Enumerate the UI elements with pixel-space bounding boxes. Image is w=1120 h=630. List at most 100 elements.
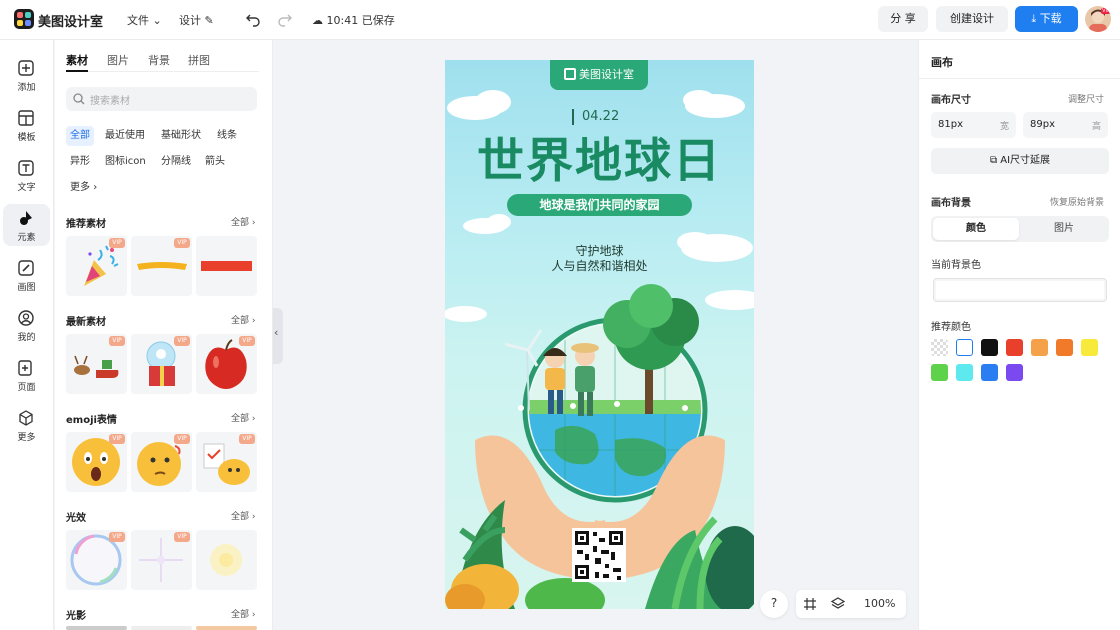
swatch-purple[interactable] [1006, 364, 1023, 381]
chip-all[interactable]: 全部 [66, 126, 94, 146]
asset-emoji-checklist[interactable]: VIP [196, 432, 257, 492]
asset-snow-globe-gift[interactable]: VIP [131, 334, 192, 394]
swatch-light-orange[interactable] [1031, 339, 1048, 356]
grid-icon[interactable] [803, 597, 817, 611]
section-all-link[interactable]: 全部 › [231, 411, 256, 424]
avatar[interactable]: VIP [1085, 6, 1111, 32]
swatch-yellow[interactable] [1081, 339, 1098, 356]
vip-badge: VIP [109, 434, 125, 444]
swatch-blue[interactable] [981, 364, 998, 381]
seg-image[interactable]: 图片 [1021, 218, 1107, 240]
chip-basic-shapes[interactable]: 基础形状 [157, 126, 205, 146]
section-all-label: 全部 [231, 218, 250, 228]
chip-recent[interactable]: 最近使用 [101, 126, 149, 146]
swatch-transparent[interactable] [931, 339, 948, 356]
rail-item-page[interactable]: 页面 [3, 354, 50, 396]
rail-item-draw[interactable]: 画图 [3, 254, 50, 296]
tab-images[interactable]: 图片 [107, 52, 129, 68]
asset-red-bar[interactable] [196, 236, 257, 296]
asset-partial[interactable] [66, 626, 127, 630]
resize-link[interactable]: 调整尺寸 [1068, 92, 1104, 105]
app-logo-icon[interactable] [14, 9, 34, 29]
swatch-white[interactable] [956, 339, 973, 356]
swatch-black[interactable] [981, 339, 998, 356]
rail-label: 更多 [17, 433, 36, 443]
rail-item-template[interactable]: 模板 [3, 104, 50, 146]
download-button[interactable]: ⤓ 下载 [1015, 6, 1078, 32]
chip-dividers[interactable]: 分隔线 [157, 152, 195, 172]
section-all-link[interactable]: 全部 › [231, 215, 256, 228]
chip-more[interactable]: 更多 › [66, 178, 101, 198]
chip-arrows[interactable]: 箭头 [201, 152, 229, 172]
poster-date[interactable]: 04.22 [582, 109, 619, 124]
asset-partial[interactable] [196, 626, 257, 630]
rail-item-mine[interactable]: 我的 [3, 304, 50, 346]
chevron-right-icon: › [251, 512, 256, 522]
zoom-level[interactable]: 100% [864, 597, 895, 610]
layers-icon[interactable] [831, 597, 845, 611]
asset-reindeer-sleigh[interactable]: VIP [66, 334, 127, 394]
poster-title[interactable]: 世界地球日 [445, 134, 754, 190]
swatch-orange[interactable] [1056, 339, 1073, 356]
design-menu[interactable]: 设计 ✎ [179, 12, 214, 28]
share-button[interactable]: 分 享 [878, 6, 928, 32]
download-label: 下载 [1039, 12, 1062, 25]
rail-item-elements[interactable]: 元素 [3, 204, 50, 246]
current-bg-swatch[interactable] [933, 278, 1107, 302]
tab-background[interactable]: 背景 [148, 52, 170, 68]
asset-bubble[interactable]: VIP [66, 530, 127, 590]
section-title-recommended: 推荐素材 [66, 219, 106, 230]
vip-badge: VIP [239, 336, 255, 346]
canvas-bg-label: 画布背景 [931, 198, 971, 209]
section-title-emoji: emoji表情 [66, 415, 117, 426]
height-value: 89px [1030, 119, 1055, 130]
help-button[interactable]: ? [760, 590, 788, 618]
section-all-link[interactable]: 全部 › [231, 313, 256, 326]
create-design-button[interactable]: 创建设计 [936, 6, 1008, 32]
undo-icon[interactable] [245, 11, 261, 27]
poster-brand-tag[interactable]: 美图设计室 [550, 60, 648, 90]
left-rail: 添加 模板 文字 元素 画图 我的 页面 更多 [0, 40, 54, 630]
asset-emoji-shocked[interactable]: VIP [66, 432, 127, 492]
seg-color[interactable]: 颜色 [933, 218, 1019, 240]
chip-irregular[interactable]: 异形 [66, 152, 94, 172]
width-field[interactable]: 81px 宽 [931, 112, 1016, 138]
download-icon: ⤓ [1031, 12, 1037, 25]
swatch-green[interactable] [931, 364, 948, 381]
rail-item-more[interactable]: 更多 [3, 404, 50, 446]
vip-badge: VIP [174, 238, 190, 248]
asset-red-apple[interactable]: VIP [196, 334, 257, 394]
asset-yellow-stroke[interactable]: VIP [131, 236, 192, 296]
panel-collapse-handle[interactable]: ‹ [273, 308, 283, 364]
reset-bg-link[interactable]: 恢复原始背景 [1050, 195, 1104, 208]
asset-star-flare[interactable]: VIP [131, 530, 192, 590]
asset-party-popper[interactable]: VIP [66, 236, 127, 296]
redo-icon[interactable] [277, 11, 293, 27]
search-input[interactable]: 搜索素材 [66, 87, 257, 111]
section-all-link[interactable]: 全部 › [231, 607, 256, 620]
canvas-poster[interactable]: 美图设计室 04.22 世界地球日 地球是我们共同的家园 守护地球 人与自然和谐… [445, 60, 754, 609]
rail-label: 文字 [17, 183, 36, 193]
poster-subtitle[interactable]: 地球是我们共同的家园 [507, 194, 692, 216]
rail-item-add[interactable]: 添加 [3, 54, 50, 96]
asset-partial[interactable] [131, 626, 192, 630]
ai-resize-button[interactable]: ⧉ AI尺寸延展 [931, 148, 1109, 174]
app-brand: 美图设计室 [38, 15, 104, 30]
chip-icons[interactable]: 图标icon [101, 152, 150, 172]
height-field[interactable]: 89px 高 [1023, 112, 1108, 138]
chevron-right-icon: › [251, 414, 256, 424]
section-title-latest: 最新素材 [66, 317, 106, 328]
file-menu[interactable]: 文件 ⌄ [127, 12, 162, 28]
asset-glow[interactable] [196, 530, 257, 590]
swatch-cyan[interactable] [956, 364, 973, 381]
chip-lines[interactable]: 线条 [213, 126, 241, 146]
tab-material[interactable]: 素材 [66, 52, 88, 72]
asset-emoji-thinking[interactable]: VIP [131, 432, 192, 492]
poster-line-2[interactable]: 人与自然和谐相处 [445, 257, 754, 274]
chevron-right-icon: › [251, 610, 256, 620]
tab-collage[interactable]: 拼图 [188, 52, 210, 68]
swatch-red[interactable] [1006, 339, 1023, 356]
ai-resize-icon: ⧉ [989, 155, 998, 166]
section-all-link[interactable]: 全部 › [231, 509, 256, 522]
rail-item-text[interactable]: 文字 [3, 154, 50, 196]
